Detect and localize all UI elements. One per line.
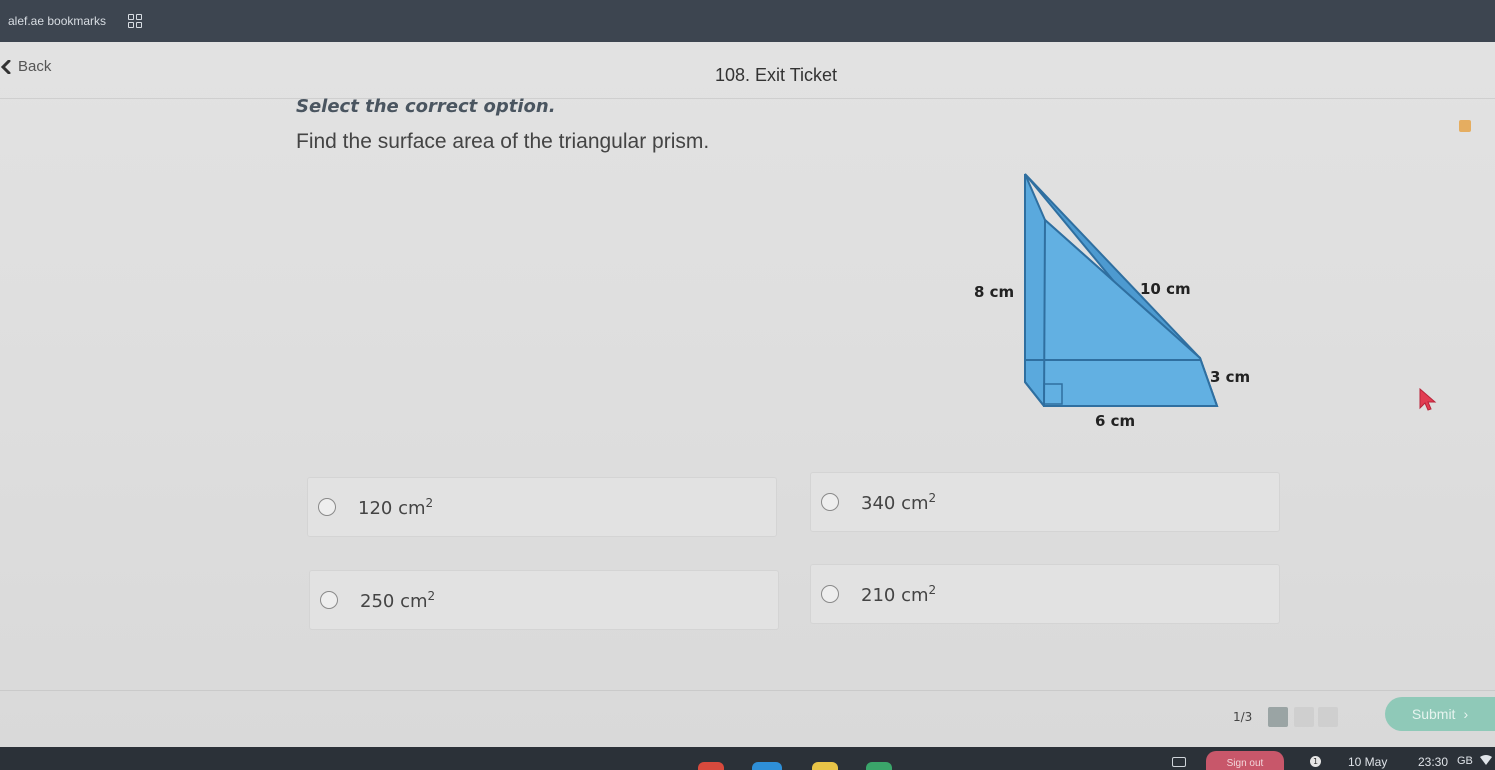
option-4[interactable]: 210 cm2 <box>810 564 1280 624</box>
app-icon[interactable] <box>812 762 838 770</box>
submit-label: Submit <box>1411 706 1456 722</box>
option-2[interactable]: 340 cm2 <box>810 472 1280 532</box>
app-icon[interactable] <box>698 762 724 770</box>
browser-bar: alef.ae bookmarks <box>0 0 1495 42</box>
radio-button[interactable] <box>320 591 338 609</box>
flag-icon[interactable] <box>1459 120 1471 132</box>
progress-step[interactable] <box>1294 707 1314 727</box>
screen-capture-icon[interactable] <box>1172 757 1186 767</box>
progress-step[interactable] <box>1318 707 1338 727</box>
exit-ticket-page: Back 108. Exit Ticket Select the correct… <box>0 42 1495 747</box>
label-hypotenuse: 10 cm <box>1140 280 1191 298</box>
label-base: 6 cm <box>1095 412 1135 430</box>
option-3[interactable]: 250 cm2 <box>309 570 779 630</box>
bookmarks-label[interactable]: alef.ae bookmarks <box>8 14 106 28</box>
option-label: 120 cm2 <box>358 495 434 519</box>
question-prompt: Find the surface area of the triangular … <box>296 130 710 153</box>
sign-out-button[interactable]: Sign out <box>1206 751 1284 770</box>
prism-front-face <box>1042 217 1219 407</box>
tray-storage[interactable]: GB <box>1457 755 1473 767</box>
chevron-right-icon: › <box>1463 706 1469 722</box>
option-label: 210 cm2 <box>861 582 937 606</box>
progress-indicator: 1/3 <box>1233 710 1253 724</box>
option-1[interactable]: 120 cm2 <box>307 477 777 537</box>
radio-button[interactable] <box>821 585 839 603</box>
label-depth: 3 cm <box>1210 368 1250 386</box>
wifi-icon[interactable] <box>1480 755 1492 765</box>
label-height: 8 cm <box>974 283 1014 301</box>
chevron-left-icon <box>0 59 11 74</box>
option-label: 340 cm2 <box>861 490 937 514</box>
mouse-pointer-icon <box>1419 388 1437 411</box>
page-title: 108. Exit Ticket <box>715 65 838 85</box>
notification-badge[interactable]: 1 <box>1310 756 1321 767</box>
tray-time[interactable]: 23:30 <box>1418 755 1448 769</box>
back-label: Back <box>18 58 52 75</box>
triangular-prism-figure: 8 cm 10 cm 3 cm 6 cm <box>974 173 1250 430</box>
footer-divider <box>0 690 1495 691</box>
app-icon[interactable] <box>752 762 782 770</box>
tray-date[interactable]: 10 May <box>1348 755 1387 769</box>
instruction-text: Select the correct option. <box>296 96 556 117</box>
back-button[interactable]: Back <box>0 58 51 75</box>
submit-button[interactable]: Submit › <box>1385 697 1495 731</box>
radio-button[interactable] <box>318 498 336 516</box>
taskbar: Sign out 1 10 May 23:30 GB <box>0 747 1495 770</box>
app-icon[interactable] <box>866 762 892 770</box>
radio-button[interactable] <box>821 493 839 511</box>
apps-grid-icon[interactable] <box>128 14 143 28</box>
header-divider <box>0 98 1495 99</box>
progress-step-current[interactable] <box>1268 707 1288 727</box>
option-label: 250 cm2 <box>360 588 436 612</box>
